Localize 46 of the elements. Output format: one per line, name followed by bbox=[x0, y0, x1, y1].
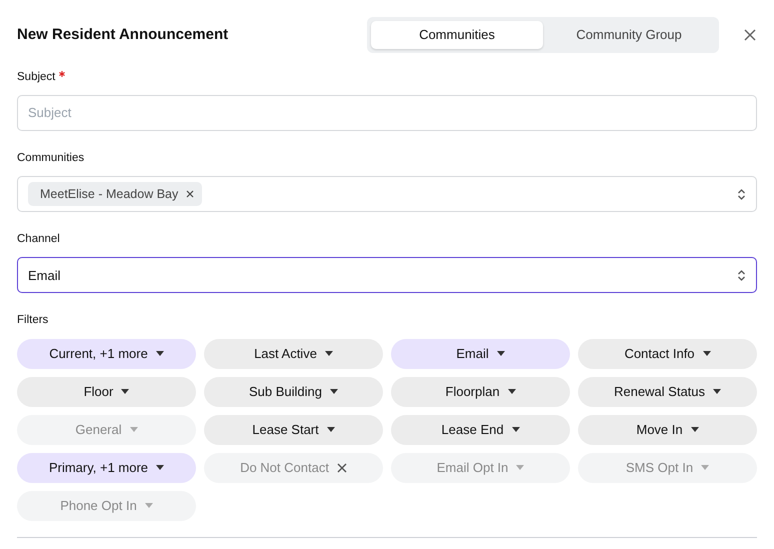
caret-icon bbox=[508, 389, 516, 394]
channel-select[interactable]: Email bbox=[17, 257, 757, 294]
caret-icon bbox=[330, 389, 338, 394]
filter-button[interactable]: Email bbox=[391, 338, 570, 368]
communities-select[interactable]: MeetElise - Meadow Bay bbox=[17, 176, 757, 212]
filter-button[interactable]: Floor bbox=[17, 376, 196, 406]
filter-button[interactable]: Current, +1 more bbox=[17, 338, 196, 368]
caret-icon bbox=[701, 465, 710, 470]
caret-icon bbox=[121, 389, 130, 394]
filter-button[interactable]: Contact Info bbox=[578, 338, 757, 368]
subject-field[interactable]: Subject bbox=[17, 94, 757, 131]
caret-icon bbox=[702, 351, 711, 356]
field-label: Channel bbox=[17, 232, 60, 247]
dialog-title: New Resident Announcement bbox=[17, 26, 228, 44]
tab[interactable]: Communities bbox=[371, 21, 543, 48]
caret-icon bbox=[713, 389, 722, 394]
caret-icon bbox=[326, 427, 335, 432]
caret-icon bbox=[130, 427, 138, 432]
chevron-icon bbox=[737, 268, 746, 282]
tab[interactable]: Community Group bbox=[543, 21, 715, 48]
filter-button[interactable]: Last Active bbox=[204, 338, 383, 368]
filter-button[interactable]: Floorplan bbox=[391, 376, 570, 406]
filter-button[interactable]: Move In bbox=[578, 414, 757, 444]
field-label: Communities bbox=[17, 150, 84, 166]
field-label: Filters bbox=[17, 313, 48, 328]
field-label: Subject bbox=[17, 70, 56, 84]
close-icon bbox=[743, 28, 757, 42]
caret-icon bbox=[512, 427, 520, 432]
caret-icon bbox=[156, 351, 164, 356]
filter-button[interactable]: Sub Building bbox=[204, 376, 383, 406]
caret-icon bbox=[516, 465, 524, 470]
caret-icon bbox=[324, 351, 333, 356]
caret-icon bbox=[496, 351, 505, 356]
caret-icon bbox=[690, 427, 699, 432]
chevron-icon bbox=[737, 188, 746, 200]
remove-icon[interactable] bbox=[186, 190, 194, 198]
filter-button[interactable]: Primary, +1 more bbox=[17, 452, 196, 482]
select-value: Email bbox=[28, 266, 61, 284]
filter-button[interactable]: Renewal Status bbox=[578, 376, 757, 406]
close-button[interactable] bbox=[743, 28, 757, 42]
filter-button[interactable]: Lease Start bbox=[204, 414, 383, 444]
caret-icon bbox=[144, 503, 153, 508]
chip-label: MeetElise - Meadow Bay bbox=[40, 186, 178, 203]
filter-button[interactable]: Lease End bbox=[391, 414, 570, 444]
close-icon bbox=[336, 462, 347, 472]
caret-icon bbox=[156, 465, 164, 470]
